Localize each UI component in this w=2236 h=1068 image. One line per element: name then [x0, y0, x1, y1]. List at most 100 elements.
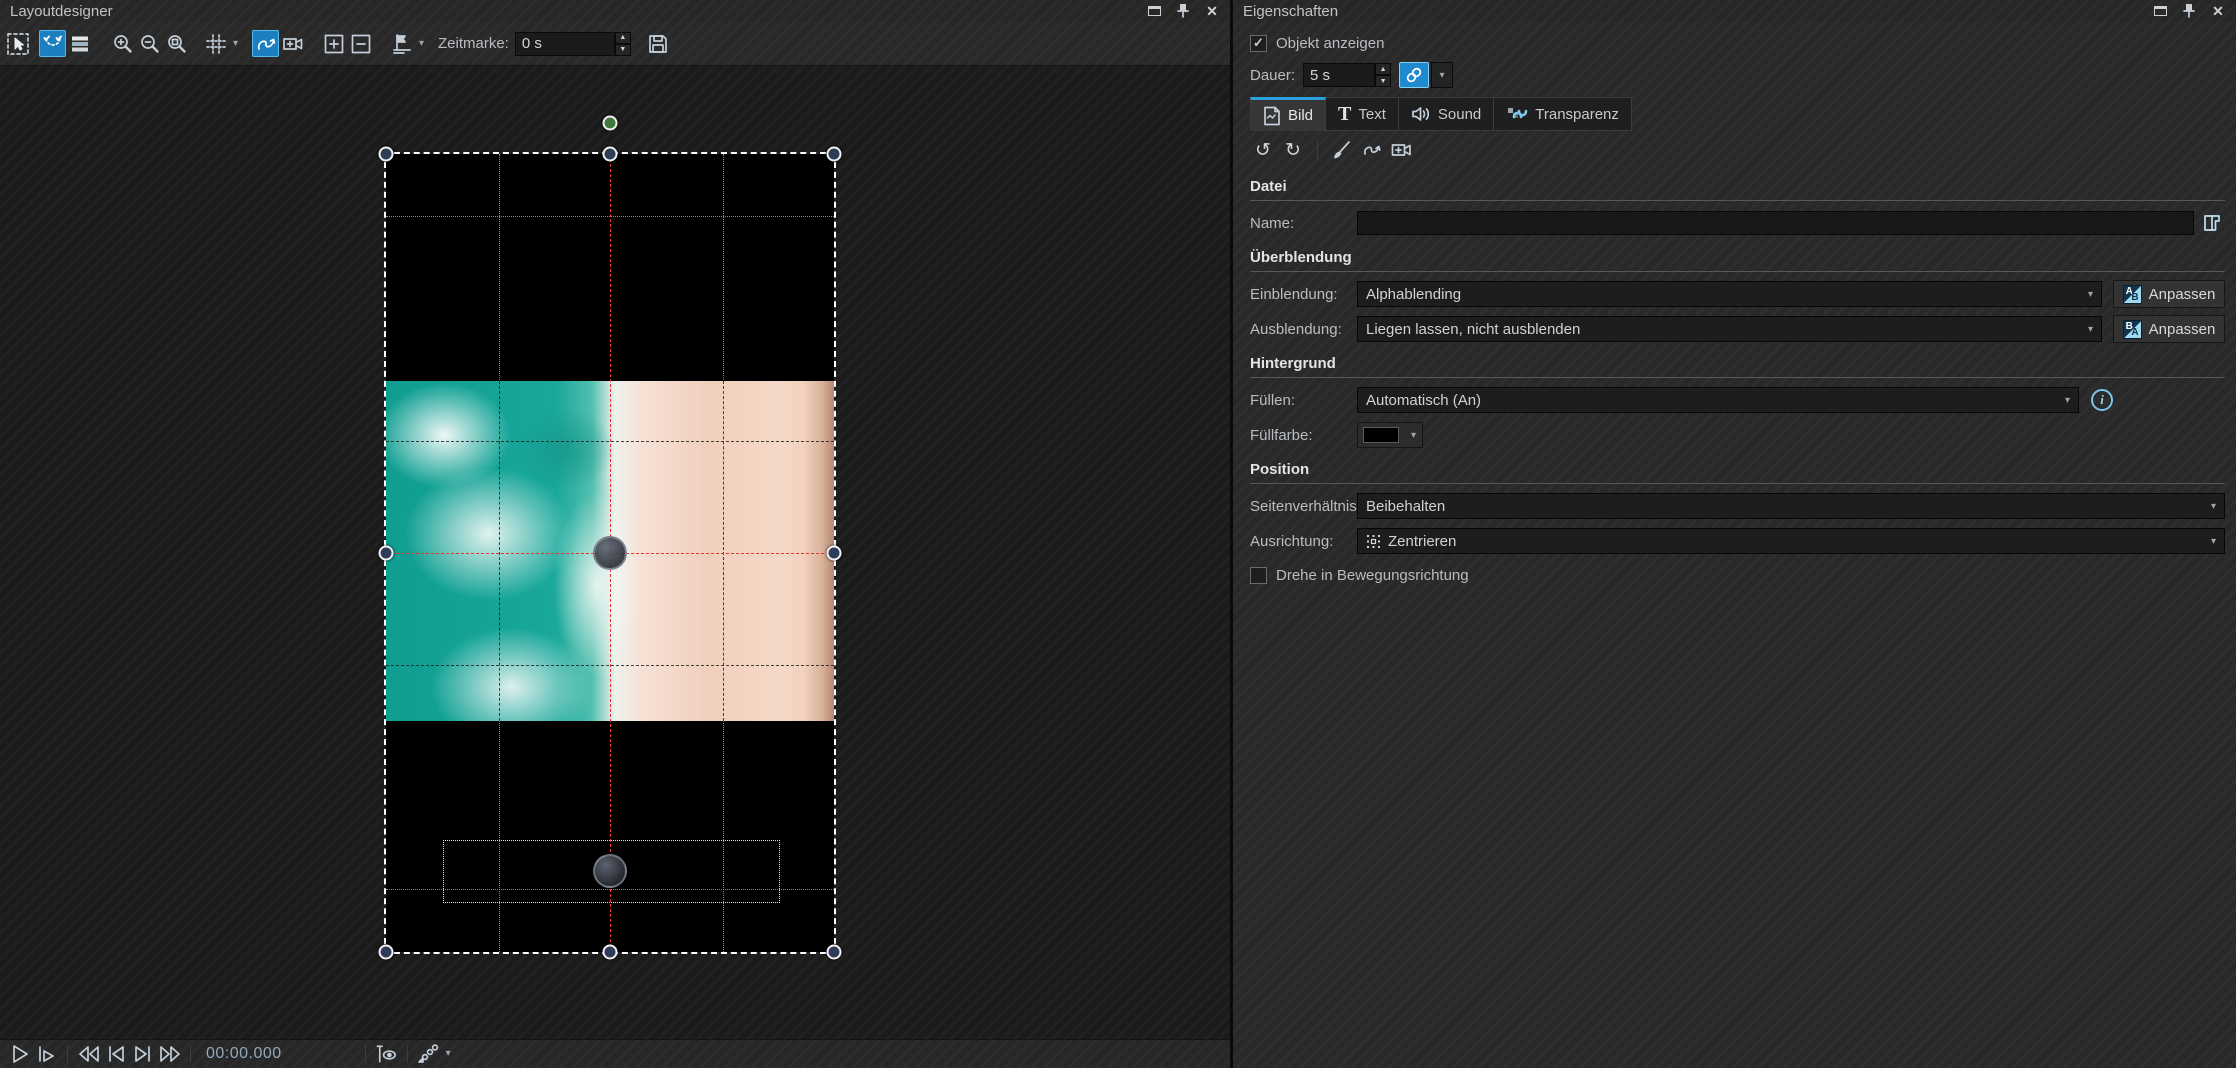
zoom-fit-button[interactable]: [163, 30, 190, 57]
resize-handle-top-left[interactable]: [379, 147, 394, 162]
separator: [1317, 141, 1318, 159]
fill-dropdown[interactable]: Automatisch (An) ▾: [1357, 387, 2079, 413]
caret-down-icon: ▾: [2211, 536, 2216, 547]
restore-glyph: [2154, 6, 2167, 16]
link-options-dropdown[interactable]: ▾: [1431, 62, 1453, 88]
grid-dropdown-caret[interactable]: ▾: [229, 38, 242, 49]
motion-path-icon[interactable]: [1359, 137, 1385, 163]
move-handle-safe-area[interactable]: [593, 854, 627, 888]
fill-color-label: Füllfarbe:: [1250, 427, 1357, 444]
object-show-checkbox[interactable]: ✓: [1250, 35, 1267, 52]
caret-down-icon: ▾: [2088, 289, 2093, 300]
spin-up-icon[interactable]: ▲: [1375, 63, 1391, 75]
pin-icon[interactable]: [2179, 3, 2199, 19]
resize-handle-bottom-left[interactable]: [379, 945, 394, 960]
resize-handle-middle-right[interactable]: [827, 546, 842, 561]
marker-visibility-button[interactable]: [373, 1040, 400, 1067]
rotate-ccw-icon[interactable]: ↺: [1250, 137, 1276, 163]
spin-down-icon[interactable]: ▼: [615, 44, 631, 56]
layout-canvas[interactable]: [0, 66, 1230, 1039]
align-row: Ausrichtung: Zentrieren ▾: [1250, 528, 2225, 554]
pin-icon[interactable]: [1173, 3, 1193, 19]
move-handle-center[interactable]: [593, 536, 627, 570]
ab-letter: A: [2131, 327, 2138, 338]
resize-handle-top-right[interactable]: [827, 147, 842, 162]
name-input[interactable]: [1357, 211, 2194, 235]
tab-text[interactable]: T Text: [1326, 97, 1399, 131]
select-tool-button[interactable]: [4, 30, 31, 57]
play-from-marker-button[interactable]: [33, 1040, 60, 1067]
fill-row: Füllen: Automatisch (An) ▾ i: [1250, 387, 2225, 413]
tab-transparenz[interactable]: Transparenz: [1494, 97, 1632, 131]
name-label: Name:: [1250, 215, 1357, 232]
layout-designer-titlebar: Layoutdesigner ✕: [0, 0, 1230, 22]
jump-forward-button[interactable]: [156, 1040, 183, 1067]
skip-to-end-button[interactable]: [129, 1040, 156, 1067]
tab-bild[interactable]: Bild: [1250, 97, 1326, 131]
link-duration-button[interactable]: [1399, 62, 1429, 88]
adjust-label: Anpassen: [2149, 321, 2216, 338]
align-dropdown[interactable]: Zentrieren ▾: [1357, 528, 2225, 554]
camera-icon[interactable]: [1389, 137, 1415, 163]
fill-color-picker[interactable]: ▾: [1357, 422, 1423, 448]
save-button[interactable]: [645, 30, 672, 57]
resize-handle-top-center[interactable]: [603, 147, 618, 162]
slide-object[interactable]: [386, 154, 834, 952]
fade-out-dropdown[interactable]: Liegen lassen, nicht ausblenden ▾: [1357, 316, 2102, 342]
adjust-label: Anpassen: [2149, 286, 2216, 303]
rotation-handle[interactable]: [603, 116, 618, 131]
tab-sound[interactable]: Sound: [1399, 97, 1494, 131]
caret-down-icon: ▾: [2065, 395, 2070, 406]
restore-icon[interactable]: [1144, 3, 1164, 19]
fade-in-value: Alphablending: [1366, 286, 2082, 303]
keyframes-button[interactable]: [415, 1040, 442, 1067]
remove-object-button[interactable]: [347, 30, 374, 57]
timemark-flag-button[interactable]: [388, 30, 415, 57]
spin-up-icon[interactable]: ▲: [615, 32, 631, 44]
zoom-in-button[interactable]: [109, 30, 136, 57]
close-icon[interactable]: ✕: [1202, 3, 1222, 19]
motion-path-button[interactable]: [252, 30, 279, 57]
layout-designer-panel: Layoutdesigner ✕ ▾: [0, 0, 1230, 1068]
resize-handle-bottom-center[interactable]: [603, 945, 618, 960]
close-icon[interactable]: ✕: [2208, 3, 2228, 19]
resize-handle-middle-left[interactable]: [379, 546, 394, 561]
brush-icon[interactable]: [1329, 137, 1355, 163]
resize-handle-bottom-right[interactable]: [827, 945, 842, 960]
skip-to-start-button[interactable]: [102, 1040, 129, 1067]
file-browse-button[interactable]: [2199, 210, 2225, 236]
zeitmarke-input[interactable]: [515, 32, 615, 56]
rotate-motion-checkbox[interactable]: [1250, 567, 1267, 584]
align-value: Zentrieren: [1388, 533, 2205, 550]
spin-down-icon[interactable]: ▼: [1375, 75, 1391, 87]
zeitmarke-label: Zeitmarke:: [438, 35, 509, 52]
duration-input[interactable]: [1303, 63, 1375, 87]
camera-button[interactable]: [279, 30, 306, 57]
rotate-cw-icon[interactable]: ↻: [1280, 137, 1306, 163]
caret-down-icon: ▾: [2211, 501, 2216, 512]
play-button[interactable]: [6, 1040, 33, 1067]
separator: [190, 1045, 191, 1063]
fade-in-adjust-button[interactable]: A B Anpassen: [2113, 280, 2225, 308]
add-object-button[interactable]: [320, 30, 347, 57]
fade-in-dropdown[interactable]: Alphablending ▾: [1357, 281, 2102, 307]
restore-icon[interactable]: [2150, 3, 2170, 19]
fade-out-value: Liegen lassen, nicht ausblenden: [1366, 321, 2082, 338]
layers-button[interactable]: [66, 30, 93, 57]
object-show-row: ✓ Objekt anzeigen: [1250, 32, 2225, 54]
jump-back-button[interactable]: [75, 1040, 102, 1067]
fade-out-adjust-button[interactable]: B A Anpassen: [2113, 315, 2225, 343]
aspect-dropdown[interactable]: Beibehalten ▾: [1357, 493, 2225, 519]
align-center-icon: [1366, 534, 1381, 549]
fade-out-label: Ausblendung:: [1250, 321, 1357, 338]
grid-button[interactable]: [202, 30, 229, 57]
timemark-dropdown-caret[interactable]: ▾: [415, 38, 428, 49]
zoom-out-button[interactable]: [136, 30, 163, 57]
properties-titlebar: Eigenschaften ✕: [1233, 0, 2236, 22]
zeitmarke-spinner: ▲ ▼: [615, 32, 631, 56]
info-icon[interactable]: i: [2091, 389, 2113, 411]
tab-label: Transparenz: [1535, 106, 1619, 123]
keyframes-dropdown-caret[interactable]: ▾: [442, 1048, 455, 1059]
fade-ba-icon: B A: [2123, 320, 2142, 339]
path-edit-button[interactable]: [39, 30, 66, 57]
